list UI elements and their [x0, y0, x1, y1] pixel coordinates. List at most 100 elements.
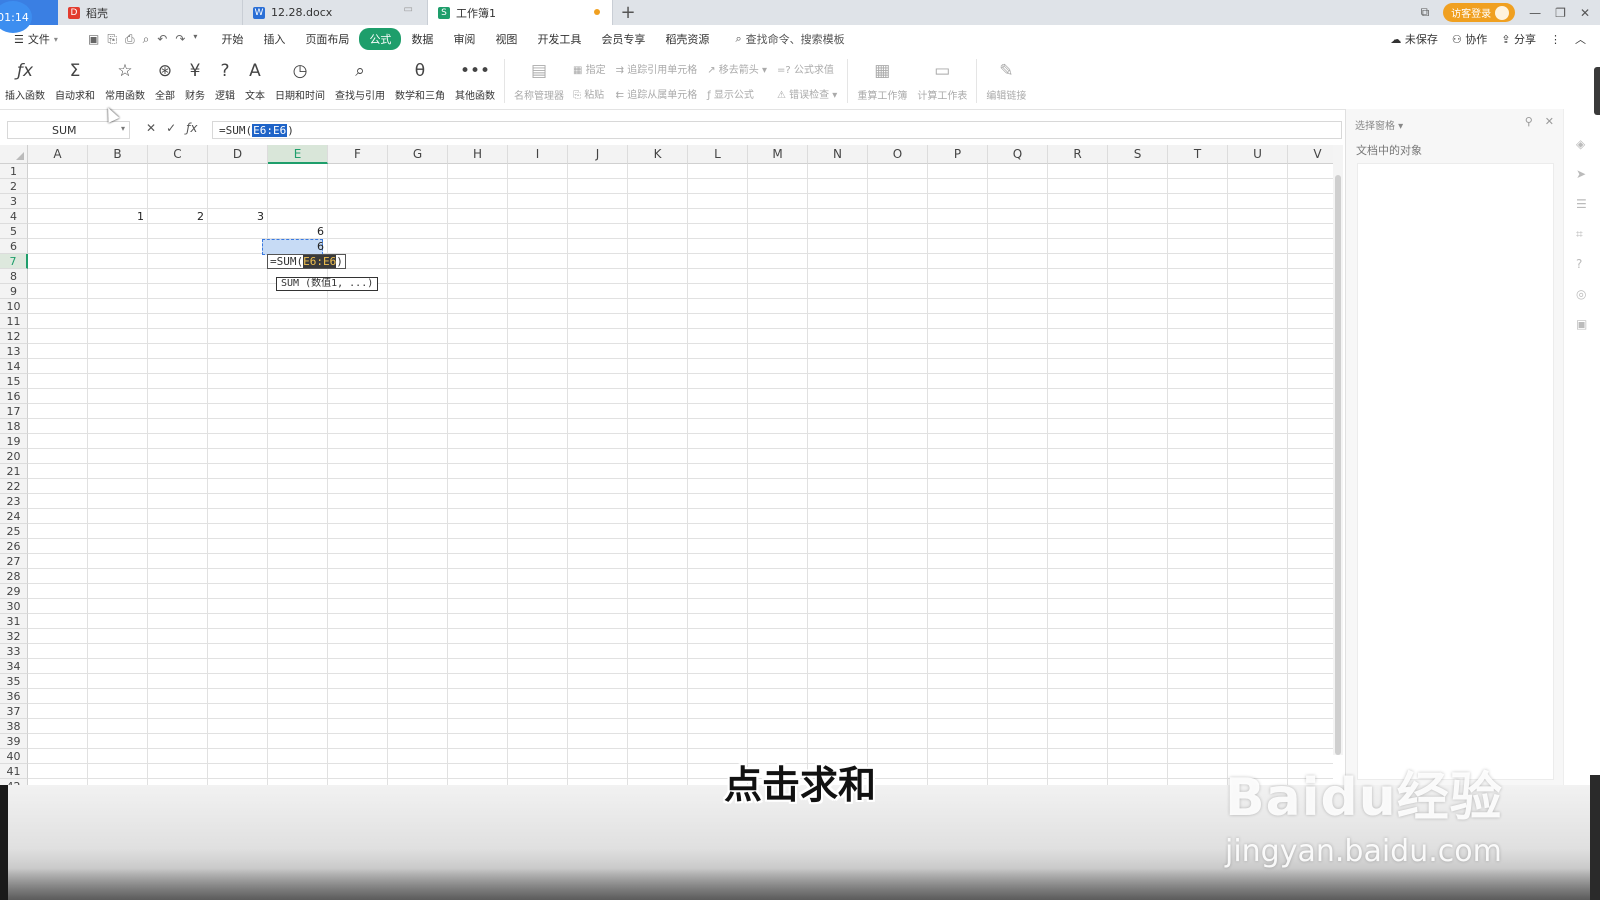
formula-input[interactable]: =SUM(E6:E6): [212, 121, 1342, 139]
trace-dependents-button[interactable]: ⇇ 追踪从属单元格: [616, 86, 698, 101]
error-check-button[interactable]: ⚠ 错误检查 ▾: [777, 86, 837, 101]
cell-C4[interactable]: 2: [146, 209, 204, 224]
column-header-G[interactable]: G: [388, 145, 448, 164]
pointer-icon[interactable]: ➤: [1576, 167, 1586, 181]
column-header-O[interactable]: O: [868, 145, 928, 164]
row-header-30[interactable]: 30: [0, 599, 28, 614]
row-header-34[interactable]: 34: [0, 659, 28, 674]
print-preview-icon[interactable]: ⌕: [143, 32, 150, 47]
menu-home[interactable]: 开始: [211, 28, 253, 50]
cancel-icon[interactable]: ✕: [146, 121, 156, 135]
menu-view[interactable]: 视图: [485, 28, 527, 50]
row-header-37[interactable]: 37: [0, 704, 28, 719]
row-header-19[interactable]: 19: [0, 434, 28, 449]
tab-workbook[interactable]: S 工作簿1: [428, 0, 613, 25]
row-header-5[interactable]: 5: [0, 224, 28, 239]
column-header-L[interactable]: L: [688, 145, 748, 164]
logic-button[interactable]: ? 逻辑: [210, 53, 240, 102]
export-icon[interactable]: ⎘: [107, 32, 117, 47]
column-header-V[interactable]: V: [1288, 145, 1333, 164]
row-header-29[interactable]: 29: [0, 584, 28, 599]
all-functions-button[interactable]: ⊛ 全部: [150, 53, 180, 102]
row-header-26[interactable]: 26: [0, 539, 28, 554]
close-icon[interactable]: ✕: [1545, 115, 1554, 128]
tab-close-icon[interactable]: ▭: [404, 4, 413, 15]
row-header-36[interactable]: 36: [0, 689, 28, 704]
remove-arrows-button[interactable]: ↗ 移去箭头 ▾: [707, 61, 767, 76]
scrollbar-thumb[interactable]: [1335, 175, 1341, 755]
common-functions-button[interactable]: ☆ 常用函数: [100, 53, 150, 102]
fx-icon[interactable]: ƒx: [186, 121, 197, 135]
row-header-25[interactable]: 25: [0, 524, 28, 539]
tab-docx[interactable]: W 12.28.docx ▭: [243, 0, 428, 25]
row-header-7[interactable]: 7: [0, 254, 28, 269]
edit-links-button[interactable]: ✎ 编辑链接: [981, 53, 1031, 102]
spreadsheet-grid[interactable]: ABCDEFGHIJKLMNOPQRSTUV 1 2 3 4 5 6 7 8 9 10 11 12 13…: [0, 145, 1333, 790]
recalc-workbook-button[interactable]: ▦ 重算工作簿: [852, 53, 912, 102]
row-header-10[interactable]: 10: [0, 299, 28, 314]
column-header-T[interactable]: T: [1168, 145, 1228, 164]
visitor-login-button[interactable]: 访客登录: [1443, 3, 1516, 22]
chevron-down-icon[interactable]: ▾: [121, 124, 125, 133]
row-header-31[interactable]: 31: [0, 614, 28, 629]
print-icon[interactable]: ⎙: [125, 32, 135, 47]
row-header-13[interactable]: 13: [0, 344, 28, 359]
row-header-22[interactable]: 22: [0, 479, 28, 494]
math-trig-button[interactable]: θ 数学和三角: [390, 53, 450, 102]
paste-names-button[interactable]: ⎘ 粘贴: [573, 86, 606, 101]
column-header-P[interactable]: P: [928, 145, 988, 164]
menu-insert[interactable]: 插入: [253, 28, 295, 50]
column-header-J[interactable]: J: [568, 145, 628, 164]
share-button[interactable]: ⇪ 分享: [1501, 31, 1536, 47]
row-header-1[interactable]: 1: [0, 164, 28, 179]
style-icon[interactable]: ◈: [1576, 137, 1585, 151]
menu-page-layout[interactable]: 页面布局: [295, 28, 359, 50]
cell-area[interactable]: 1 2 3 6 6 =SUM(E6:E6) SUM (数值1, ...): [28, 164, 1333, 790]
save-icon[interactable]: ▣: [88, 32, 99, 47]
name-box[interactable]: SUM ▾: [7, 121, 130, 139]
lookup-button[interactable]: ⌕ 查找与引用: [330, 53, 390, 102]
row-header-35[interactable]: 35: [0, 674, 28, 689]
row-header-28[interactable]: 28: [0, 569, 28, 584]
minimize-icon[interactable]: —: [1529, 6, 1541, 20]
confirm-icon[interactable]: ✓: [166, 121, 176, 135]
row-header-24[interactable]: 24: [0, 509, 28, 524]
select-all-corner[interactable]: [0, 145, 28, 164]
editing-cell-E7[interactable]: =SUM(E6:E6): [267, 254, 346, 269]
column-header-A[interactable]: A: [28, 145, 88, 164]
new-tab-button[interactable]: +: [613, 0, 643, 25]
row-header-8[interactable]: 8: [0, 269, 28, 284]
help-icon[interactable]: ?: [1576, 257, 1582, 271]
more-icon[interactable]: ⋮: [1550, 33, 1561, 46]
column-header-H[interactable]: H: [448, 145, 508, 164]
unsaved-button[interactable]: ☁ 未保存: [1390, 31, 1438, 47]
customize-icon[interactable]: ▾: [193, 32, 197, 47]
row-header-20[interactable]: 20: [0, 449, 28, 464]
file-menu[interactable]: ☰ 文件 ▾: [0, 31, 72, 47]
cell-B4[interactable]: 1: [86, 209, 144, 224]
selection-pane-title[interactable]: 选择窗格 ▾: [1355, 117, 1403, 132]
row-header-23[interactable]: 23: [0, 494, 28, 509]
row-header-27[interactable]: 27: [0, 554, 28, 569]
restore-icon[interactable]: ❐: [1555, 6, 1566, 20]
autosum-button[interactable]: Σ 自动求和: [50, 53, 100, 102]
column-header-K[interactable]: K: [628, 145, 688, 164]
menu-member[interactable]: 会员专享: [591, 28, 655, 50]
column-header-Q[interactable]: Q: [988, 145, 1048, 164]
row-header-21[interactable]: 21: [0, 464, 28, 479]
window-layout-icon[interactable]: ⧉: [1421, 5, 1430, 20]
row-header-4[interactable]: 4: [0, 209, 28, 224]
column-header-F[interactable]: F: [328, 145, 388, 164]
specify-button[interactable]: ▦ 指定: [573, 61, 606, 76]
column-header-N[interactable]: N: [808, 145, 868, 164]
row-header-18[interactable]: 18: [0, 419, 28, 434]
cell-E5[interactable]: 6: [266, 224, 324, 239]
menu-review[interactable]: 审阅: [443, 28, 485, 50]
calc-sheet-button[interactable]: ▭ 计算工作表: [912, 53, 972, 102]
collapse-ribbon-icon[interactable]: ︿: [1575, 31, 1586, 47]
finance-button[interactable]: ¥ 财务: [180, 53, 210, 102]
other-functions-button[interactable]: ••• 其他函数: [450, 53, 500, 102]
text-button[interactable]: A 文本: [240, 53, 270, 102]
menu-docer-resources[interactable]: 稻壳资源: [655, 28, 719, 50]
name-manager-button[interactable]: ▤ 名称管理器: [509, 53, 569, 102]
